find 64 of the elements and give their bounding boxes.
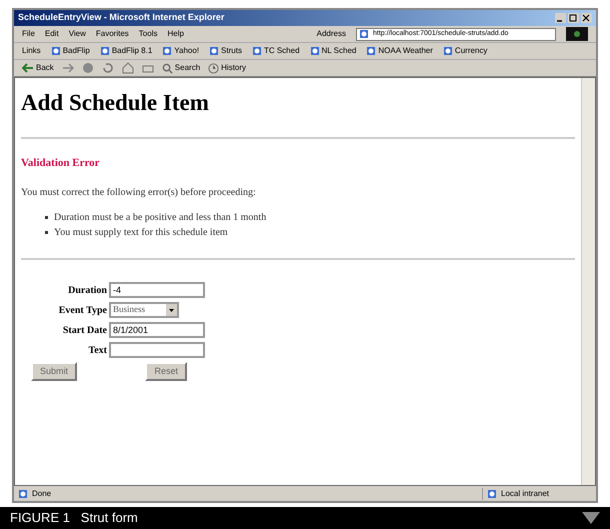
zone-text: Local intranet [501, 488, 550, 500]
link-item[interactable]: BadFlip 8.1 [100, 45, 152, 57]
page-icon [18, 488, 28, 498]
page-icon [162, 46, 172, 56]
search-icon [162, 62, 173, 74]
page-icon [50, 46, 61, 56]
page-heading: Add Schedule Item [21, 89, 210, 117]
bullet-icon [45, 216, 48, 219]
page-icon [310, 46, 320, 56]
toolbar-button[interactable]: Search [162, 62, 200, 74]
link-item[interactable]: Yahoo! [162, 45, 200, 57]
menu-item[interactable]: Help [167, 28, 184, 40]
toolbar-button[interactable]: Back [22, 62, 54, 74]
field-label: Start Date [62, 324, 108, 338]
status-text: Done [32, 488, 52, 500]
menu-item[interactable]: View [68, 28, 86, 40]
text-field[interactable]: -4 [109, 282, 205, 298]
toolbar-button[interactable]: History [208, 62, 246, 74]
text-field[interactable] [109, 342, 205, 358]
error-intro: You must correct the following error(s) before proceeding: [21, 186, 257, 200]
stop-icon[interactable] [82, 62, 94, 74]
home-icon[interactable] [122, 62, 134, 74]
link-item[interactable]: TC Sched [252, 45, 300, 57]
down-triangle-icon [582, 512, 600, 524]
clock-icon [208, 62, 220, 74]
window-title: ScheduleEntryView - Microsoft Internet Explorer [18, 11, 226, 24]
page-icon [252, 46, 262, 56]
page-icon [366, 46, 376, 56]
error-item: Duration must be a be positive and less than 1 month [54, 211, 266, 225]
field-label: Event Type [58, 304, 108, 318]
error-item: You must supply text for this schedule item [54, 226, 228, 240]
maximize-icon[interactable] [568, 13, 579, 23]
form-button[interactable]: Submit [31, 362, 78, 381]
page-icon [487, 488, 497, 498]
page-icon [100, 46, 110, 56]
menu-item[interactable]: File [22, 28, 35, 40]
forward-arrow-icon[interactable] [62, 63, 74, 73]
form-button[interactable]: Reset [145, 362, 187, 381]
minimize-icon[interactable] [555, 13, 566, 23]
menu-item[interactable]: Edit [44, 28, 59, 40]
menu-item[interactable]: Tools [138, 28, 158, 40]
ie-logo-icon [566, 27, 588, 41]
link-item[interactable]: Struts [209, 45, 242, 57]
text-field[interactable]: 8/1/2001 [109, 322, 205, 338]
field-label: Text [87, 344, 108, 358]
page-icon [359, 29, 369, 39]
figure-caption: FIGURE 1 Strut form [10, 509, 139, 528]
link-item[interactable]: NL Sched [310, 45, 356, 57]
page-icon [209, 46, 220, 56]
link-item[interactable]: Currency [442, 45, 488, 57]
refresh-icon[interactable] [102, 62, 114, 74]
address-label: Address [316, 28, 346, 40]
menu-item[interactable]: Favorites [96, 28, 129, 40]
link-item[interactable]: BadFlip [50, 45, 90, 57]
page-icon [442, 46, 453, 56]
event-type-select[interactable]: Business [109, 302, 179, 318]
field-label: Duration [67, 284, 108, 298]
error-title: Validation Error [21, 156, 101, 170]
back-arrow-icon [22, 63, 34, 73]
link-item[interactable]: NOAA Weather [366, 45, 433, 57]
vertical-scrollbar[interactable] [581, 78, 595, 485]
bullet-icon [45, 231, 48, 234]
links-label: Links [22, 45, 41, 57]
close-icon[interactable] [581, 13, 592, 23]
